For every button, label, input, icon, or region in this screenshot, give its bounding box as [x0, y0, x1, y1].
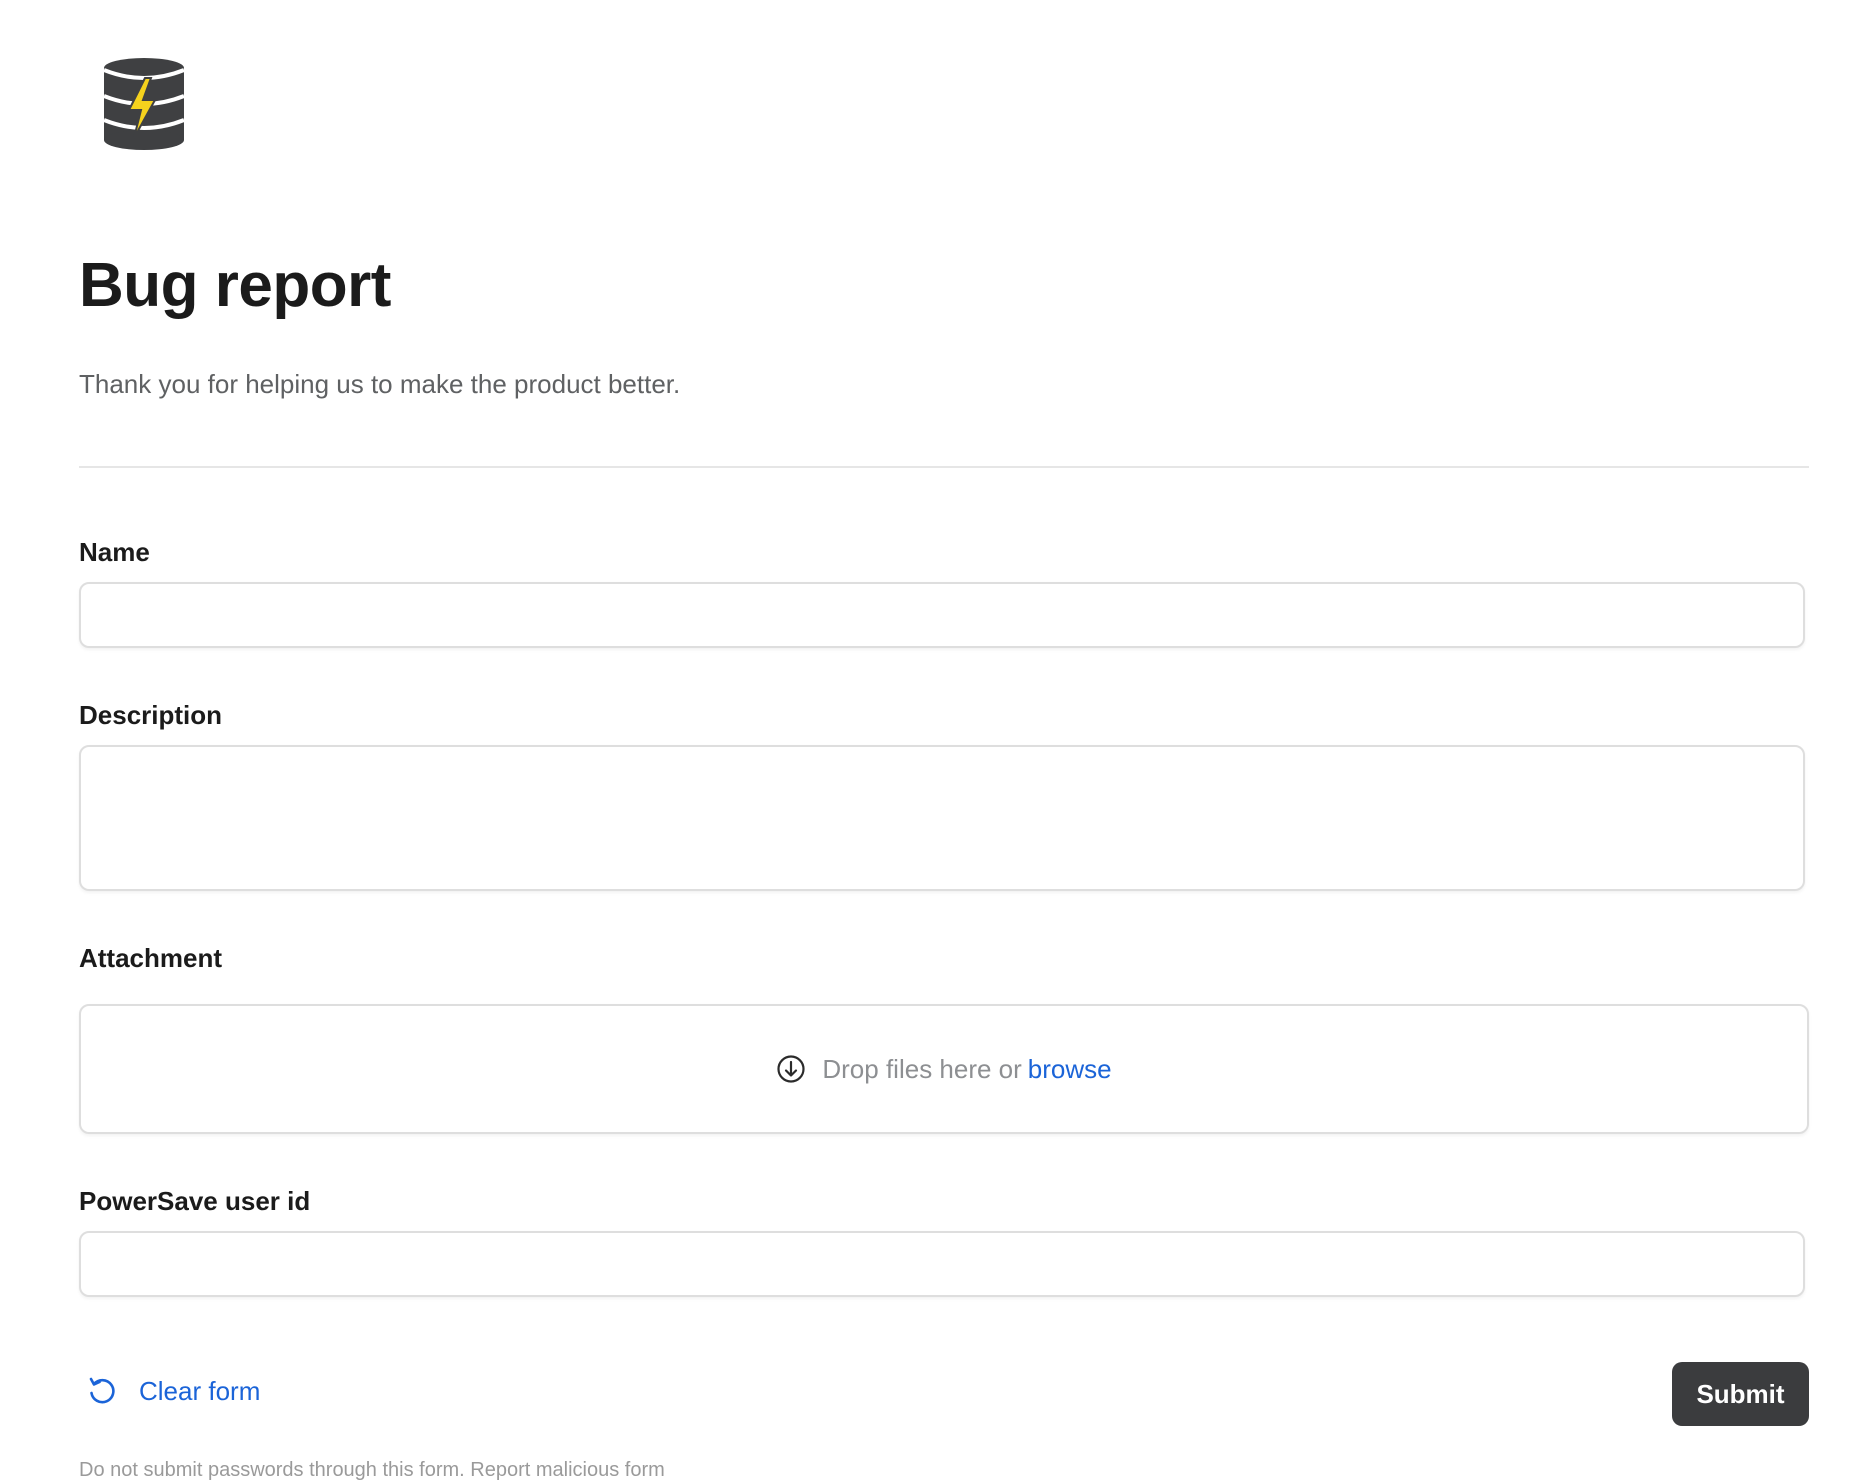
clear-form-label: Clear form [139, 1375, 261, 1406]
name-label: Name [79, 537, 150, 567]
download-circle-icon [776, 1054, 806, 1084]
undo-icon [85, 1374, 119, 1408]
dropzone-text: Drop files here or [822, 1053, 1022, 1084]
attachment-label: Attachment [79, 943, 223, 973]
divider [79, 466, 1809, 468]
name-input[interactable] [79, 582, 1805, 648]
clear-form-button[interactable]: Clear form [85, 1374, 260, 1408]
browse-link[interactable]: browse [1028, 1054, 1112, 1084]
submit-button[interactable]: Submit [1672, 1362, 1809, 1426]
user-id-label: PowerSave user id [79, 1186, 311, 1216]
footer-note: Do not submit passwords through this for… [79, 1459, 665, 1481]
attachment-dropzone[interactable]: Drop files here or browse [79, 1004, 1809, 1134]
description-textarea[interactable] [79, 745, 1805, 891]
description-label: Description [79, 700, 223, 730]
form-description: Thank you for helping us to make the pro… [79, 369, 681, 399]
database-lightning-icon [101, 56, 187, 152]
page-title: Bug report [79, 251, 391, 320]
user-id-input[interactable] [79, 1231, 1805, 1297]
